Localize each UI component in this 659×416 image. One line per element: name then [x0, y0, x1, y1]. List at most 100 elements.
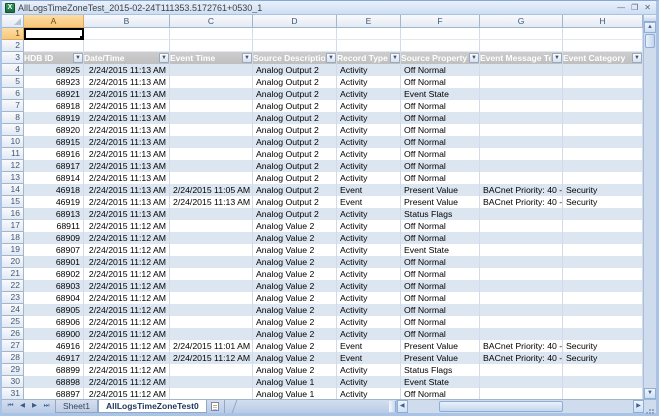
cell-f25[interactable]: Off Normal — [401, 316, 480, 328]
cell-b6[interactable]: 2/24/2015 11:13 AM — [84, 88, 170, 100]
cell-d23[interactable]: Analog Value 2 — [253, 292, 337, 304]
cell-c9[interactable] — [170, 124, 253, 136]
filter-dropdown-button[interactable]: ▼ — [73, 53, 83, 63]
cell-b27[interactable]: 2/24/2015 11:12 AM — [84, 340, 170, 352]
cell-g28[interactable]: BACnet Priority: 40 - BAC — [480, 352, 563, 364]
scroll-up-button[interactable]: ▲ — [644, 22, 656, 33]
cell-h26[interactable] — [563, 328, 643, 340]
cell-g2[interactable] — [480, 40, 563, 52]
filter-dropdown-button[interactable]: ▼ — [552, 53, 562, 63]
last-sheet-button[interactable]: ⏭ — [41, 401, 52, 412]
cell-e29[interactable]: Activity — [337, 364, 401, 376]
row-header-2[interactable]: 2 — [2, 40, 24, 52]
column-header-c[interactable]: C — [170, 15, 253, 28]
cell-d8[interactable]: Analog Output 2 — [253, 112, 337, 124]
cell-h30[interactable] — [563, 376, 643, 388]
cell-d28[interactable]: Analog Value 2 — [253, 352, 337, 364]
vertical-split-handle[interactable] — [644, 15, 656, 22]
cell-c31[interactable] — [170, 388, 253, 399]
cell-e23[interactable]: Activity — [337, 292, 401, 304]
cell-c11[interactable] — [170, 148, 253, 160]
cell-f28[interactable]: Present Value — [401, 352, 480, 364]
sheet-tab-sheet1[interactable]: Sheet1 — [55, 400, 98, 413]
row-header-28[interactable]: 28 — [2, 352, 24, 364]
horizontal-scrollbar[interactable]: ◀ ▶ — [396, 400, 644, 413]
cell-g5[interactable] — [480, 76, 563, 88]
cell-h16[interactable] — [563, 208, 643, 220]
row-header-31[interactable]: 31 — [2, 388, 24, 399]
row-header-12[interactable]: 12 — [2, 160, 24, 172]
cell-g14[interactable]: BACnet Priority: 40 - BAC — [480, 184, 563, 196]
cell-b26[interactable]: 2/24/2015 11:12 AM — [84, 328, 170, 340]
cell-c26[interactable] — [170, 328, 253, 340]
cell-g4[interactable] — [480, 64, 563, 76]
cell-h6[interactable] — [563, 88, 643, 100]
cell-a23[interactable]: 68904 — [24, 292, 84, 304]
cell-f14[interactable]: Present Value — [401, 184, 480, 196]
row-header-26[interactable]: 26 — [2, 328, 24, 340]
cell-b17[interactable]: 2/24/2015 11:12 AM — [84, 220, 170, 232]
vertical-scroll-thumb[interactable] — [645, 34, 655, 48]
row-header-21[interactable]: 21 — [2, 268, 24, 280]
cell-c25[interactable] — [170, 316, 253, 328]
filter-dropdown-button[interactable]: ▼ — [632, 53, 642, 63]
cell-h13[interactable] — [563, 172, 643, 184]
cell-b22[interactable]: 2/24/2015 11:12 AM — [84, 280, 170, 292]
cell-d12[interactable]: Analog Output 2 — [253, 160, 337, 172]
cell-f8[interactable]: Off Normal — [401, 112, 480, 124]
cell-a27[interactable]: 46916 — [24, 340, 84, 352]
filter-dropdown-button[interactable]: ▼ — [326, 53, 336, 63]
cell-b4[interactable]: 2/24/2015 11:13 AM — [84, 64, 170, 76]
cell-h9[interactable] — [563, 124, 643, 136]
row-header-16[interactable]: 16 — [2, 208, 24, 220]
close-button[interactable]: ✕ — [644, 3, 651, 13]
cell-b18[interactable]: 2/24/2015 11:12 AM — [84, 232, 170, 244]
cell-d31[interactable]: Analog Value 1 — [253, 388, 337, 399]
cell-a6[interactable]: 68921 — [24, 88, 84, 100]
cell-b7[interactable]: 2/24/2015 11:13 AM — [84, 100, 170, 112]
cell-b29[interactable]: 2/24/2015 11:12 AM — [84, 364, 170, 376]
cell-c30[interactable] — [170, 376, 253, 388]
cell-g9[interactable] — [480, 124, 563, 136]
cell-d5[interactable]: Analog Output 2 — [253, 76, 337, 88]
cell-c28[interactable]: 2/24/2015 11:12 AM — [170, 352, 253, 364]
cell-d29[interactable]: Analog Value 2 — [253, 364, 337, 376]
cell-f1[interactable] — [401, 28, 480, 40]
cell-a4[interactable]: 68925 — [24, 64, 84, 76]
cell-b20[interactable]: 2/24/2015 11:12 AM — [84, 256, 170, 268]
cell-b1[interactable] — [84, 28, 170, 40]
cell-e28[interactable]: Event — [337, 352, 401, 364]
cell-g19[interactable] — [480, 244, 563, 256]
cell-g17[interactable] — [480, 220, 563, 232]
minimize-button[interactable]: — — [617, 3, 625, 13]
cell-h23[interactable] — [563, 292, 643, 304]
cell-b19[interactable]: 2/24/2015 11:12 AM — [84, 244, 170, 256]
cell-c12[interactable] — [170, 160, 253, 172]
cell-g11[interactable] — [480, 148, 563, 160]
horizontal-scroll-thumb[interactable] — [439, 401, 563, 412]
cell-b15[interactable]: 2/24/2015 11:13 AM — [84, 196, 170, 208]
cell-c10[interactable] — [170, 136, 253, 148]
cell-h31[interactable] — [563, 388, 643, 399]
column-header-b[interactable]: B — [84, 15, 170, 28]
row-header-22[interactable]: 22 — [2, 280, 24, 292]
cell-c5[interactable] — [170, 76, 253, 88]
cell-h7[interactable] — [563, 100, 643, 112]
cell-a19[interactable]: 68907 — [24, 244, 84, 256]
cell-e8[interactable]: Activity — [337, 112, 401, 124]
cell-c2[interactable] — [170, 40, 253, 52]
cell-b21[interactable]: 2/24/2015 11:12 AM — [84, 268, 170, 280]
next-sheet-button[interactable]: ▶ — [29, 401, 40, 412]
column-header-f[interactable]: F — [401, 15, 480, 28]
cell-f5[interactable]: Off Normal — [401, 76, 480, 88]
cell-a16[interactable]: 68913 — [24, 208, 84, 220]
column-header-g[interactable]: G — [480, 15, 563, 28]
cell-e21[interactable]: Activity — [337, 268, 401, 280]
cell-g22[interactable] — [480, 280, 563, 292]
cell-g10[interactable] — [480, 136, 563, 148]
row-header-1[interactable]: 1 — [2, 28, 24, 40]
cell-d18[interactable]: Analog Value 2 — [253, 232, 337, 244]
cell-a17[interactable]: 68911 — [24, 220, 84, 232]
cell-b10[interactable]: 2/24/2015 11:13 AM — [84, 136, 170, 148]
row-header-20[interactable]: 20 — [2, 256, 24, 268]
